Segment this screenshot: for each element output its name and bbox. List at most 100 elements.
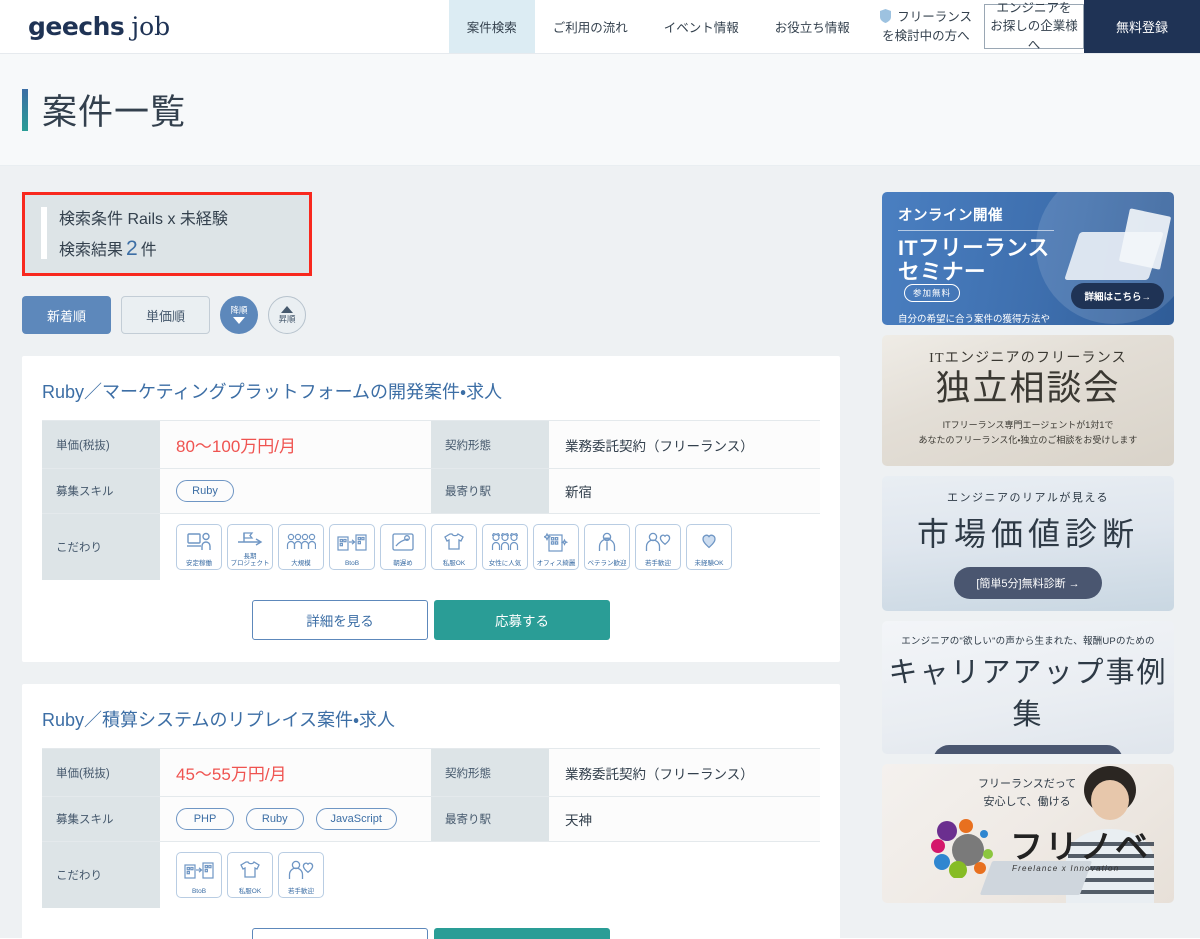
job-title-link[interactable]: Ruby／マーケティングプラットフォームの開発案件・求人 — [42, 374, 820, 420]
nav-item-how-to-use[interactable]: ご利用の流れ — [535, 0, 646, 53]
banner-furinobe[interactable]: フリーランスだって 安心して、働ける フリノベ Freelance x Inno… — [882, 764, 1174, 903]
label-features: こだわり — [42, 841, 160, 908]
buildings-arrow-icon — [337, 525, 367, 560]
feature-veterans-welcome: ベテラン歓迎 — [584, 524, 630, 570]
furinobe-logo-dots-icon — [931, 819, 993, 878]
banner-cta-button[interactable]: 詳細はこちら→ — [1071, 283, 1164, 309]
banner-line2: 独立相談会 — [935, 369, 1121, 408]
value-station: 新宿 — [549, 468, 820, 514]
nav-item-events[interactable]: イベント情報 — [646, 0, 757, 53]
sparkle-building-icon — [544, 525, 568, 560]
site-logo[interactable]: geechs job — [0, 0, 190, 53]
nav-label: ご利用の流れ — [552, 21, 628, 35]
label-station: 最寄り駅 — [431, 468, 549, 514]
feature-young-welcome: 若手歓迎 — [635, 524, 681, 570]
nav-item-for-freelancers[interactable]: フリーランス を検討中の方へ — [868, 0, 984, 53]
page-title: 案件一覧 — [42, 93, 187, 132]
price-amount: 45〜55 — [176, 765, 231, 784]
feature-label: オフィス綺麗 — [536, 559, 576, 567]
table-row: こだわり BtoB 私服OK 若手歓迎 — [42, 841, 820, 908]
card-actions: 詳細を見る 応募する — [42, 928, 820, 939]
label-skills: 募集スキル — [42, 468, 160, 514]
feature-label: 長期 プロジェクト — [230, 552, 270, 567]
chevron-down-icon — [233, 316, 245, 324]
main-nav: 案件検索 ご利用の流れ イベント情報 お役立ち情報 フリーランス を検討中の方へ… — [448, 0, 1200, 53]
site-header: geechs job 案件検索 ご利用の流れ イベント情報 お役立ち情報 フリー… — [0, 0, 1200, 54]
search-condition-value: Rails x 未経験 — [127, 211, 228, 228]
title-accent-bar — [22, 88, 28, 131]
search-result-label: 検索結果 — [59, 242, 124, 259]
feature-label: 女性に人気 — [488, 559, 522, 567]
banner-rule — [898, 230, 1054, 231]
feature-btob: BtoB — [176, 852, 222, 898]
job-card: Ruby／マーケティングプラットフォームの開発案件・求人 単価(税抜) 80〜1… — [22, 356, 840, 662]
long-arrow-flag-icon — [236, 525, 264, 553]
feature-label: 大規模 — [291, 559, 311, 567]
price-amount: 80〜100 — [176, 437, 241, 456]
feature-long-project: 長期 プロジェクト — [227, 524, 273, 570]
label-skills: 募集スキル — [42, 796, 160, 842]
apply-button[interactable]: 応募する — [434, 600, 610, 640]
logo-light-text: job — [131, 12, 171, 41]
feature-nice-office: オフィス綺麗 — [533, 524, 579, 570]
feature-no-experience-ok: 未経験OK — [686, 524, 732, 570]
three-women-icon — [491, 525, 519, 560]
banner-career-up-casebook[interactable]: エンジニアの"欲しい"の声から生まれた、報酬UPのための キャリアアップ事例集 … — [882, 621, 1174, 754]
sidebar-banners: オンライン開催 ITフリーランス セミナー 参加無料 自分の希望に合う案件の獲得… — [882, 192, 1178, 913]
search-result-unit: 件 — [140, 242, 157, 259]
banner-cta-button[interactable]: 無料ダウンロードはこちら → — [932, 745, 1124, 754]
nav-item-useful-info[interactable]: お役立ち情報 — [757, 0, 868, 53]
feature-label: BtoB — [191, 887, 207, 895]
feature-label: ベテラン歓迎 — [587, 559, 627, 567]
banner-it-freelance-seminar[interactable]: オンライン開催 ITフリーランス セミナー 参加無料 自分の希望に合う案件の獲得… — [882, 192, 1174, 325]
view-detail-button[interactable]: 詳細を見る — [252, 928, 428, 939]
value-features: BtoB 私服OK 若手歓迎 — [160, 841, 820, 908]
table-row: 募集スキル PHP Ruby JavaScript 最寄り駅 天神 — [42, 796, 820, 842]
search-result-line: 検索結果 2 件 — [59, 236, 228, 261]
feature-btob: BtoB — [329, 524, 375, 570]
table-row: こだわり 安定稼働 長期 プロジェクト 大規模 BtoB 朝遅め 私服OK 女性… — [42, 513, 820, 580]
banner-line3: 自分の希望に合う案件の獲得方法や フリーランスの基礎知識まで徹底解説！ — [898, 314, 1051, 325]
job-detail-table: 単価(税抜) 80〜100万円/月 契約形態 業務委託契約（フリーランス） 募集… — [42, 420, 820, 580]
nav-item-job-search[interactable]: 案件検索 — [448, 0, 535, 53]
feature-label: BtoB — [344, 559, 360, 567]
label-contract: 契約形態 — [431, 748, 549, 797]
sort-descending-label: 降順 — [230, 305, 248, 316]
skill-pill: Ruby — [245, 808, 304, 830]
value-price: 45〜55万円/月 — [160, 748, 431, 797]
sort-ascending-button[interactable]: 昇順 — [268, 296, 306, 334]
sort-newest-button[interactable]: 新着順 — [22, 296, 111, 334]
body-area: 検索条件 Rails x 未経験 検索結果 2 件 新着順 単価順 降順 昇順 … — [0, 166, 1200, 939]
banner-cta-button[interactable]: [簡単5分]無料診断 → — [954, 567, 1102, 599]
value-price: 80〜100万円/月 — [160, 420, 431, 469]
apply-button[interactable]: 応募する — [434, 928, 610, 939]
feature-late-morning: 朝遅め — [380, 524, 426, 570]
furinobe-logo-text: フリノベ — [1010, 828, 1150, 865]
feature-label: 若手歓迎 — [288, 887, 314, 895]
value-features: 安定稼働 長期 プロジェクト 大規模 BtoB 朝遅め 私服OK 女性に人気 オ… — [160, 513, 820, 580]
tshirt-icon — [238, 853, 262, 888]
desk-person-icon — [186, 525, 212, 560]
sleep-clock-icon — [391, 525, 415, 560]
banner-market-value-diagnosis[interactable]: エンジニアのリアルが見える 市場価値診断 [簡単5分]無料診断 → — [882, 476, 1174, 611]
free-signup-button[interactable]: 無料登録 — [1084, 0, 1200, 53]
sort-price-button[interactable]: 単価順 — [121, 296, 210, 334]
view-detail-button[interactable]: 詳細を見る — [252, 600, 428, 640]
value-skills: PHP Ruby JavaScript — [160, 796, 431, 842]
veteran-person-icon — [596, 525, 618, 560]
nav-freelance-line2: を検討中の方へ — [882, 28, 970, 43]
banner-independence-consultation[interactable]: ITエンジニアのフリーランス 独立相談会 ITフリーランス専門エージェントが1対… — [882, 335, 1174, 466]
people-group-icon — [286, 525, 316, 560]
sort-descending-button[interactable]: 降順 — [220, 296, 258, 334]
tshirt-icon — [442, 525, 466, 560]
nav-freelance-line1: フリーランス — [897, 10, 972, 25]
banner-line3: ITフリーランス専門エージェントが1対1で あなたのフリーランス化・独立のご相談… — [918, 420, 1138, 445]
sort-controls: 新着順 単価順 降順 昇順 — [22, 296, 870, 334]
job-title-link[interactable]: Ruby／積算システムのリプレイス案件・求人 — [42, 702, 820, 748]
banner-line2: 市場価値診断 — [916, 516, 1139, 552]
feature-large-scale: 大規模 — [278, 524, 324, 570]
nav-item-for-companies[interactable]: エンジニアを お探しの企業様へ — [984, 1, 1084, 52]
chevron-up-icon — [281, 306, 293, 314]
value-contract: 業務委託契約（フリーランス） — [549, 420, 820, 469]
banner-line1: エンジニアのリアルが見える — [946, 492, 1110, 504]
